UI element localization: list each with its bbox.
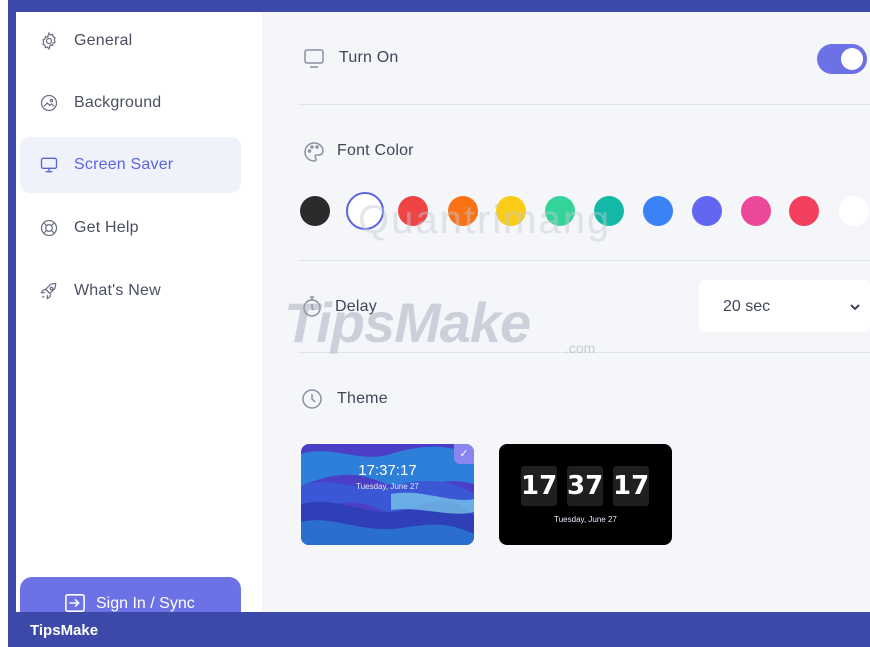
delay-label: Delay bbox=[335, 298, 377, 315]
monitor-icon bbox=[38, 154, 60, 176]
color-swatch-white-selected[interactable] bbox=[346, 192, 384, 230]
sidebar-item-label: Get Help bbox=[74, 219, 139, 236]
lifebuoy-icon bbox=[38, 217, 60, 239]
sign-in-icon bbox=[65, 594, 85, 612]
color-swatch-indigo[interactable] bbox=[692, 196, 722, 226]
sidebar-item-screen-saver[interactable]: Screen Saver bbox=[20, 137, 241, 193]
color-swatch-green[interactable] bbox=[545, 196, 575, 226]
color-swatch-red[interactable] bbox=[398, 196, 428, 226]
color-swatch-pink[interactable] bbox=[741, 196, 771, 226]
monitor-icon bbox=[302, 46, 326, 70]
delay-value: 20 sec bbox=[723, 298, 771, 315]
rocket-icon bbox=[38, 280, 60, 302]
sidebar-item-background[interactable]: Background bbox=[20, 75, 241, 131]
divider bbox=[298, 352, 870, 353]
toggle-knob bbox=[841, 48, 863, 70]
flip-seconds: 17 bbox=[613, 466, 649, 506]
divider bbox=[298, 260, 870, 261]
footer-brand: TipsMake bbox=[30, 622, 99, 639]
theme-card-waves[interactable]: 17:37:17 Tuesday, June 27 ✓ bbox=[301, 444, 474, 545]
color-swatch-blue[interactable] bbox=[643, 196, 673, 226]
color-swatch-teal[interactable] bbox=[594, 196, 624, 226]
gear-icon bbox=[38, 30, 60, 52]
app-window: General Background Screen Saver Get Help bbox=[0, 0, 870, 647]
theme-time: 17:37:17 bbox=[358, 462, 417, 479]
footer-bar: TipsMake bbox=[8, 612, 870, 647]
color-swatch-black[interactable] bbox=[300, 196, 330, 226]
sidebar-item-label: General bbox=[74, 32, 133, 49]
check-icon: ✓ bbox=[454, 444, 474, 464]
waves-background bbox=[301, 444, 474, 545]
clock-icon bbox=[300, 387, 324, 411]
image-icon bbox=[38, 92, 60, 114]
theme-label: Theme bbox=[337, 390, 388, 407]
chevron-down-icon bbox=[850, 304, 860, 311]
sidebar-item-whats-new[interactable]: What's New bbox=[20, 263, 241, 319]
sidebar-item-label: Background bbox=[74, 94, 162, 111]
sidebar-item-label: Screen Saver bbox=[74, 156, 174, 173]
flip-hours: 17 bbox=[521, 466, 557, 506]
theme-card-flip-clock[interactable]: 17 37 17 Tuesday, June 27 bbox=[499, 444, 672, 545]
settings-panel: Turn On Font Color Delay 20 sec Theme 17… bbox=[262, 12, 870, 612]
sign-in-sync-label: Sign In / Sync bbox=[96, 595, 195, 612]
font-color-label: Font Color bbox=[337, 142, 414, 159]
turn-on-label: Turn On bbox=[339, 49, 399, 66]
color-swatch-yellow[interactable] bbox=[496, 196, 526, 226]
delay-select[interactable]: 20 sec bbox=[699, 280, 870, 332]
sidebar-item-label: What's New bbox=[74, 282, 161, 299]
color-swatch-rose[interactable] bbox=[789, 196, 819, 226]
sidebar-item-general[interactable]: General bbox=[20, 13, 241, 69]
timer-icon bbox=[300, 295, 324, 319]
window-left-border bbox=[8, 0, 16, 647]
flip-minutes: 37 bbox=[567, 466, 603, 506]
color-swatch-orange[interactable] bbox=[448, 196, 478, 226]
palette-icon bbox=[302, 140, 326, 164]
sidebar-item-get-help[interactable]: Get Help bbox=[20, 200, 241, 256]
window-top-border bbox=[8, 0, 870, 12]
sidebar: General Background Screen Saver Get Help bbox=[16, 12, 262, 627]
color-swatch-white[interactable] bbox=[839, 196, 869, 226]
theme-date: Tuesday, June 27 bbox=[356, 482, 419, 491]
theme-date: Tuesday, June 27 bbox=[554, 515, 617, 524]
turn-on-toggle[interactable] bbox=[817, 44, 867, 74]
divider bbox=[298, 104, 870, 105]
